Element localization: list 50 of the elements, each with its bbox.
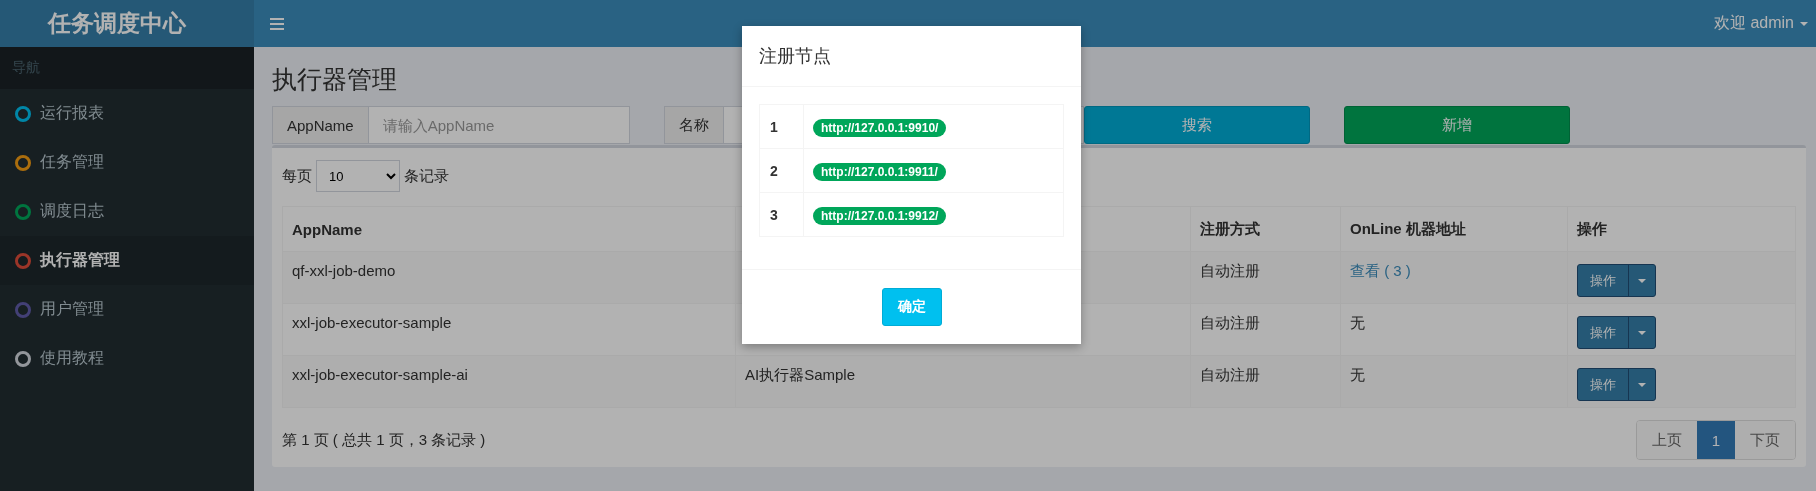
sidebar-item[interactable]: 使用教程 xyxy=(0,334,254,383)
column-header: AppName xyxy=(282,206,736,252)
table-cell: 无 xyxy=(1340,355,1568,408)
sidebar-item[interactable]: 运行报表 xyxy=(0,89,254,138)
add-button[interactable]: 新增 xyxy=(1344,106,1570,144)
action-button[interactable]: 操作 xyxy=(1577,368,1656,401)
column-header: 操作 xyxy=(1567,206,1796,252)
table-cell: 1 xyxy=(759,104,804,149)
table-cell: 自动注册 xyxy=(1190,251,1341,304)
dialog-title: 注册节点 xyxy=(742,26,1081,87)
caret-icon xyxy=(1800,21,1808,26)
view-link[interactable]: 查看 ( 3 ) xyxy=(1350,262,1411,279)
column-header: 注册方式 xyxy=(1190,206,1341,252)
page-size-label: 条记录 xyxy=(404,166,449,186)
column-header: OnLine 机器地址 xyxy=(1340,206,1568,252)
sidebar-item[interactable]: 任务管理 xyxy=(0,138,254,187)
sidebar-item[interactable]: 执行器管理 xyxy=(0,236,254,285)
user-menu[interactable]: 欢迎 admin xyxy=(1713,13,1808,34)
action-button[interactable]: 操作 xyxy=(1577,316,1656,349)
table-cell: 自动注册 xyxy=(1190,303,1341,356)
page-size-select[interactable]: 10 xyxy=(316,160,400,192)
address-badge: http://127.0.0.1:9910/ xyxy=(813,118,947,137)
address-badge: http://127.0.0.1:9911/ xyxy=(813,162,946,181)
page-summary: 第 1 页 ( 总共 1 页，3 条记录 ) xyxy=(282,430,486,450)
caret-icon xyxy=(1638,382,1646,387)
table-cell: xxl-job-executor-sample xyxy=(282,303,736,356)
action-button[interactable]: 操作 xyxy=(1577,264,1656,297)
prev-page-button[interactable]: 上页 xyxy=(1636,421,1697,459)
sidebar-item[interactable]: 用户管理 xyxy=(0,285,254,334)
table-cell: qf-xxl-job-demo xyxy=(282,251,736,304)
address-badge: http://127.0.0.1:9912/ xyxy=(813,206,947,225)
table-cell: AI执行器Sample xyxy=(735,355,1191,408)
field-label: AppName xyxy=(272,106,369,144)
search-button[interactable]: 搜索 xyxy=(1084,106,1310,144)
next-page-button[interactable]: 下页 xyxy=(1735,421,1795,459)
table-cell: 自动注册 xyxy=(1190,355,1341,408)
table-cell: 3 xyxy=(759,192,804,237)
field-label: 名称 xyxy=(664,106,724,144)
menu-icon[interactable] xyxy=(270,17,284,30)
table-cell: 无 xyxy=(1340,303,1568,356)
sidebar-item[interactable]: 调度日志 xyxy=(0,187,254,236)
brand-title: 任务调度中心 xyxy=(48,9,187,38)
page-title: 执行器管理 xyxy=(272,64,398,95)
input-field[interactable]: 请输入AppName xyxy=(368,106,630,144)
caret-icon xyxy=(1638,330,1646,335)
page-button[interactable]: 1 xyxy=(1696,421,1735,459)
caret-icon xyxy=(1638,278,1646,283)
table-cell: 2 xyxy=(759,148,804,193)
table-cell: xxl-job-executor-sample-ai xyxy=(282,355,736,408)
page-size-label: 每页 xyxy=(282,166,312,186)
